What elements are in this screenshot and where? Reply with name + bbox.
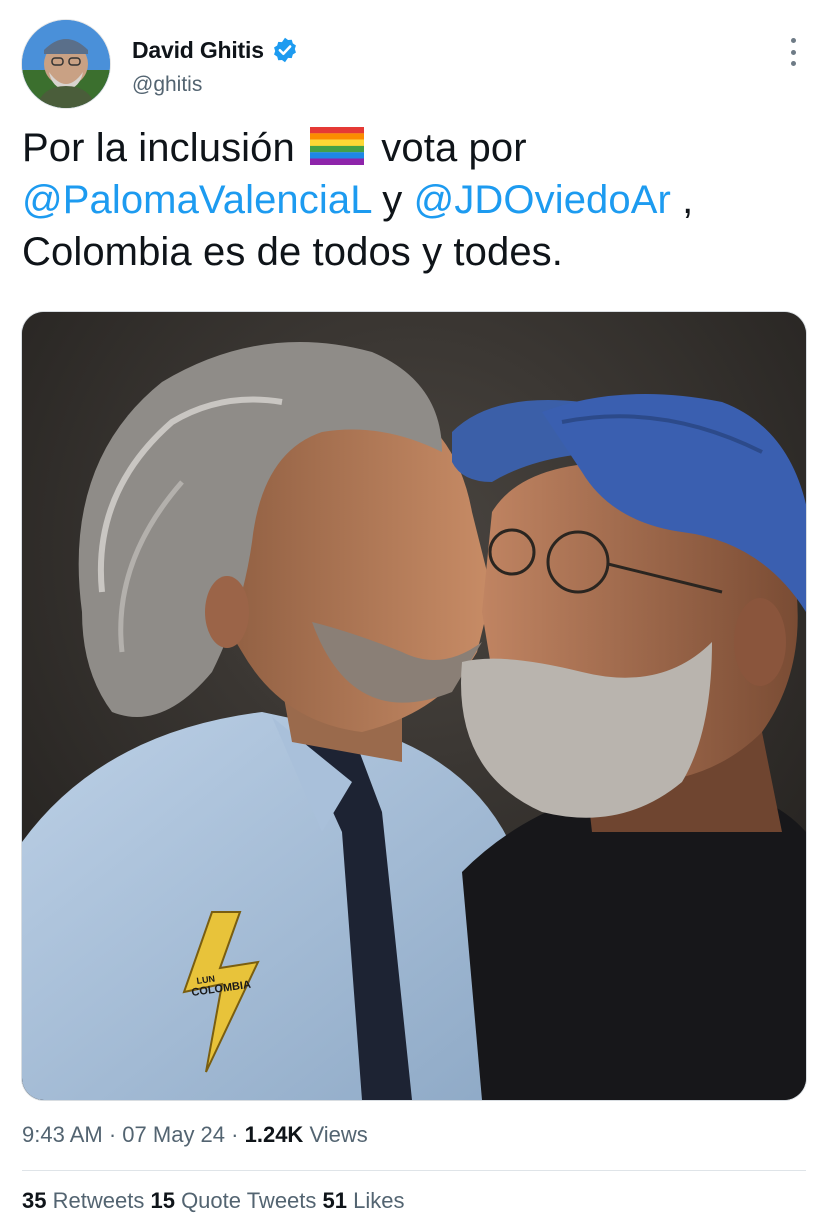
retweets-label[interactable]: Retweets (53, 1188, 145, 1213)
meta-separator: · (231, 1122, 239, 1147)
author-name[interactable]: David Ghitis (132, 37, 264, 64)
retweets-count[interactable]: 35 (22, 1188, 46, 1213)
tweet-time[interactable]: 9:43 AM (22, 1122, 103, 1147)
views-count: 1.24K (244, 1122, 304, 1147)
rainbow-flag-icon (310, 126, 365, 165)
tweet-text-connector: y (382, 178, 403, 222)
tweet-text-part: Por la inclusión (22, 126, 295, 170)
quotes-count[interactable]: 15 (150, 1188, 174, 1213)
verified-badge-icon (271, 36, 299, 64)
quotes-label[interactable]: Quote Tweets (181, 1188, 316, 1213)
more-options-icon[interactable] (788, 38, 798, 66)
author-handle[interactable]: @ghitis (132, 73, 202, 97)
mention-link[interactable]: @PalomaValenciaL (22, 178, 371, 222)
mention-link[interactable]: @JDOviedoAr (414, 178, 671, 222)
likes-label[interactable]: Likes (353, 1188, 404, 1213)
likes-count[interactable]: 51 (323, 1188, 347, 1213)
tweet-meta: 9:43 AM · 07 May 24 · 1.24K Views (22, 1122, 368, 1148)
tweet-header: David Ghitis @ghitis (22, 20, 812, 110)
tweet-date[interactable]: 07 May 24 (122, 1122, 225, 1147)
tweet-image[interactable]: LUN COLOMBIA (22, 312, 806, 1100)
tweet-text-comma: , (682, 178, 694, 222)
meta-separator: · (108, 1122, 117, 1147)
engagement-stats: 35 Retweets 15 Quote Tweets 51 Likes (22, 1188, 405, 1214)
tweet-text-part: vota por (381, 126, 527, 170)
tweet-text: Por la inclusión vota por @PalomaValenci… (22, 122, 802, 278)
avatar[interactable] (22, 20, 110, 108)
views-label: Views (309, 1122, 368, 1147)
divider (22, 1170, 806, 1171)
tweet-text-part: Colombia es de todos y todes. (22, 230, 563, 274)
author-name-row: David Ghitis (132, 36, 299, 64)
